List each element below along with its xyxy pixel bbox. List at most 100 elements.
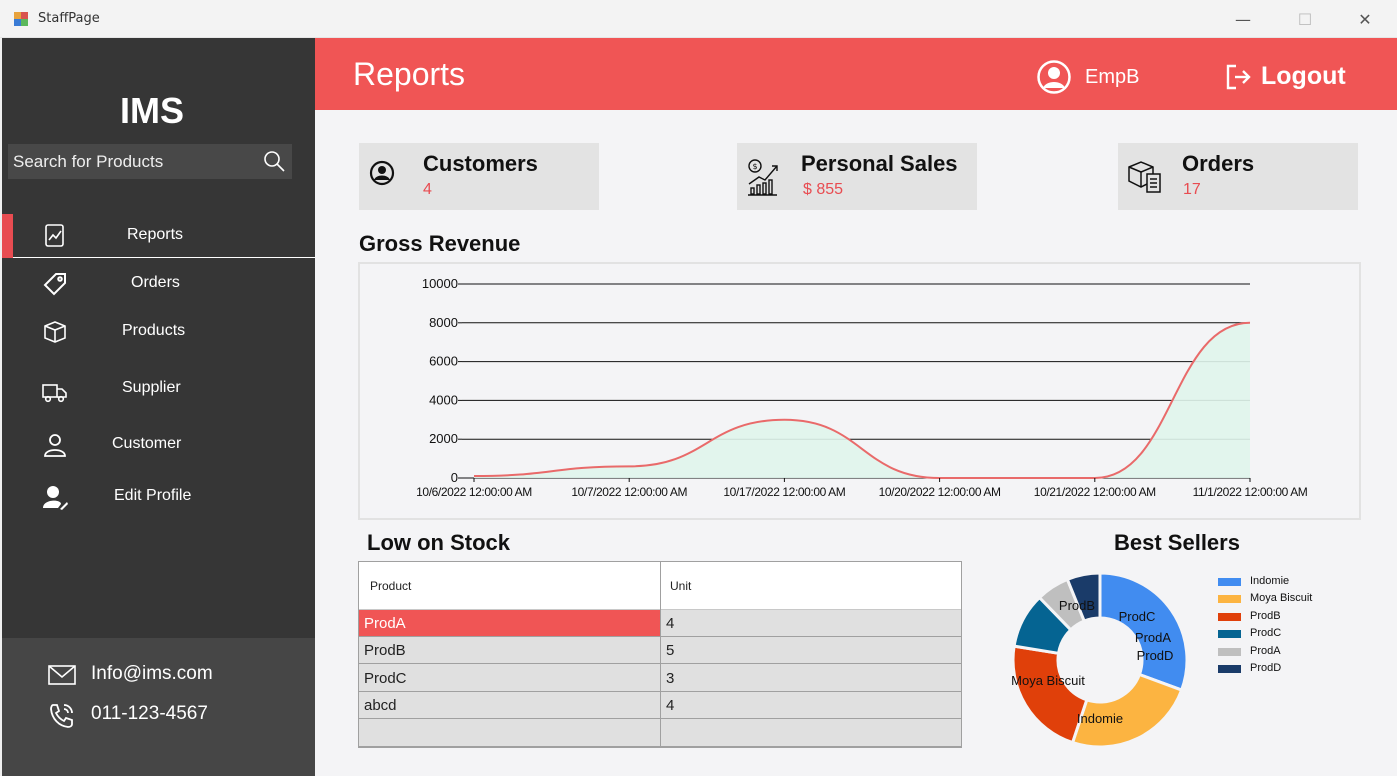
- low-stock-table[interactable]: Product Unit ProdA 4 ProdB 5 ProdC 3 abcd 4: [358, 561, 962, 748]
- best-sellers-legend: Indomie Moya Biscuit ProdB ProdC ProdA ProdD: [1218, 575, 1348, 679]
- best-sellers-donut: Indomie Moya Biscuit ProdB ProdC ProdA ProdD: [1011, 571, 1189, 749]
- legend-label: ProdA: [1250, 644, 1281, 657]
- active-indicator: [2, 214, 13, 258]
- main-content: Customers 4 $ Personal Sales $ 855 Order…: [315, 110, 1397, 776]
- sidebar-item-supplier[interactable]: Supplier: [2, 367, 315, 411]
- legend-item: ProdB: [1218, 610, 1348, 627]
- product-cell[interactable]: [359, 720, 660, 746]
- legend-label: ProdB: [1250, 609, 1281, 622]
- legend-item: Indomie: [1218, 575, 1348, 592]
- logout-label: Logout: [1261, 62, 1346, 90]
- sidebar-item-reports[interactable]: Reports: [2, 214, 315, 258]
- minimize-button[interactable]: —: [1220, 4, 1266, 34]
- legend-item: ProdA: [1218, 645, 1348, 662]
- close-button[interactable]: ✕: [1342, 4, 1388, 34]
- legend-swatch: [1218, 647, 1241, 656]
- x-tick-label: 10/6/2022 12:00:00 AM: [416, 485, 532, 499]
- contact-panel: Info@ims.com 011-123-4567: [2, 638, 315, 776]
- product-cell[interactable]: ProdC: [359, 665, 660, 691]
- x-tick-label: 10/21/2022 12:00:00 AM: [1034, 485, 1156, 499]
- stat-title: Customers: [423, 151, 538, 176]
- product-cell[interactable]: abcd: [359, 692, 660, 718]
- sidebar: IMS Search for Products Reports Orders P…: [2, 38, 315, 776]
- report-chart-icon: [45, 224, 64, 247]
- y-tick-label: 6000: [429, 354, 458, 369]
- stat-value: 4: [423, 181, 432, 198]
- column-header-product[interactable]: Product: [370, 579, 411, 593]
- phone-icon: [50, 704, 73, 728]
- product-cell[interactable]: ProdB: [359, 637, 660, 663]
- legend-label: ProdD: [1250, 661, 1282, 674]
- legend-swatch: [1218, 578, 1241, 586]
- window-titlebar: StaffPage — ☐ ✕: [0, 0, 1397, 38]
- legend-item: ProdD: [1218, 662, 1348, 679]
- revenue-chart-svg: 0 2000 4000 6000 8000 10000 10/6/2022 12:00:00…: [416, 276, 1308, 499]
- search-placeholder: Search for Products: [13, 152, 164, 171]
- user-edit-icon: [43, 486, 68, 510]
- logout-icon: [1226, 64, 1251, 90]
- sidebar-item-edit-profile[interactable]: Edit Profile: [2, 475, 315, 519]
- package-list-icon: [1128, 161, 1161, 193]
- legend-swatch: [1218, 595, 1241, 604]
- tag-icon: [43, 273, 66, 296]
- legend-item: ProdC: [1218, 627, 1348, 644]
- slice-label: Moya Biscuit: [1011, 673, 1085, 688]
- column-divider: [660, 562, 661, 747]
- sidebar-item-customer[interactable]: Customer: [2, 423, 315, 467]
- sidebar-item-label: Products: [122, 322, 186, 339]
- svg-text:$: $: [752, 162, 757, 171]
- user-avatar-icon: [1037, 60, 1071, 94]
- x-tick-label: 10/20/2022 12:00:00 AM: [879, 485, 1001, 499]
- column-header-unit[interactable]: Unit: [670, 579, 691, 593]
- legend-item: Moya Biscuit: [1218, 592, 1348, 609]
- unit-cell[interactable]: [661, 720, 961, 746]
- window-title: StaffPage: [38, 11, 100, 26]
- unit-cell[interactable]: 5: [661, 637, 961, 663]
- stat-title: Personal Sales: [801, 151, 958, 176]
- gross-revenue-title: Gross Revenue: [359, 231, 521, 256]
- x-tick-label: 10/17/2022 12:00:00 AM: [723, 485, 845, 499]
- stat-value: $ 855: [803, 181, 844, 198]
- unit-cell[interactable]: 3: [661, 665, 961, 691]
- sidebar-item-label: Customer: [112, 435, 182, 452]
- customers-card: Customers 4: [359, 143, 599, 210]
- sidebar-item-products[interactable]: Products: [2, 310, 315, 354]
- legend-label: Indomie: [1250, 575, 1290, 587]
- y-tick-label: 2000: [429, 431, 458, 446]
- slice-label: ProdB: [1059, 598, 1095, 613]
- app-icon: [14, 12, 28, 26]
- sidebar-item-orders[interactable]: Orders: [2, 262, 315, 306]
- slice-label: Indomie: [1077, 711, 1123, 726]
- stat-title: Orders: [1182, 151, 1255, 176]
- unit-cell[interactable]: 4: [661, 692, 961, 718]
- slice-label: ProdA: [1135, 630, 1171, 645]
- y-tick-label: 0: [451, 470, 458, 485]
- x-tick-label: 10/7/2022 12:00:00 AM: [571, 485, 687, 499]
- user-circle-icon: [369, 160, 395, 186]
- sidebar-item-label: Orders: [131, 274, 180, 291]
- sales-growth-icon: $: [748, 159, 778, 196]
- email-text: Info@ims.com: [91, 663, 213, 684]
- product-cell[interactable]: ProdA: [359, 610, 660, 636]
- gross-revenue-chart: 0 2000 4000 6000 8000 10000 10/6/2022 12:00:00…: [358, 262, 1361, 520]
- header: Reports EmpB Logout: [315, 38, 1397, 110]
- x-tick-label: 11/1/2022 12:00:00 AM: [1193, 485, 1308, 499]
- sidebar-item-label: Reports: [127, 226, 184, 243]
- legend-swatch: [1218, 612, 1241, 621]
- legend-swatch: [1218, 630, 1241, 639]
- legend-label: ProdC: [1250, 627, 1282, 640]
- phone-text: 011-123-4567: [91, 703, 208, 724]
- brand-logo: IMS: [119, 90, 184, 131]
- sidebar-item-label: Edit Profile: [114, 487, 192, 504]
- mail-icon: [48, 665, 76, 685]
- unit-cell[interactable]: 4: [661, 610, 961, 636]
- logout-button[interactable]: Logout: [1225, 58, 1355, 94]
- search-input[interactable]: Search for Products: [8, 144, 292, 179]
- user-icon: [44, 434, 66, 457]
- personal-sales-card: $ Personal Sales $ 855: [737, 143, 977, 210]
- orders-card: Orders 17: [1118, 143, 1358, 210]
- user-name: EmpB: [1085, 66, 1140, 88]
- search-icon[interactable]: [262, 149, 286, 173]
- maximize-button[interactable]: ☐: [1282, 4, 1328, 34]
- page-title: Reports: [353, 56, 466, 92]
